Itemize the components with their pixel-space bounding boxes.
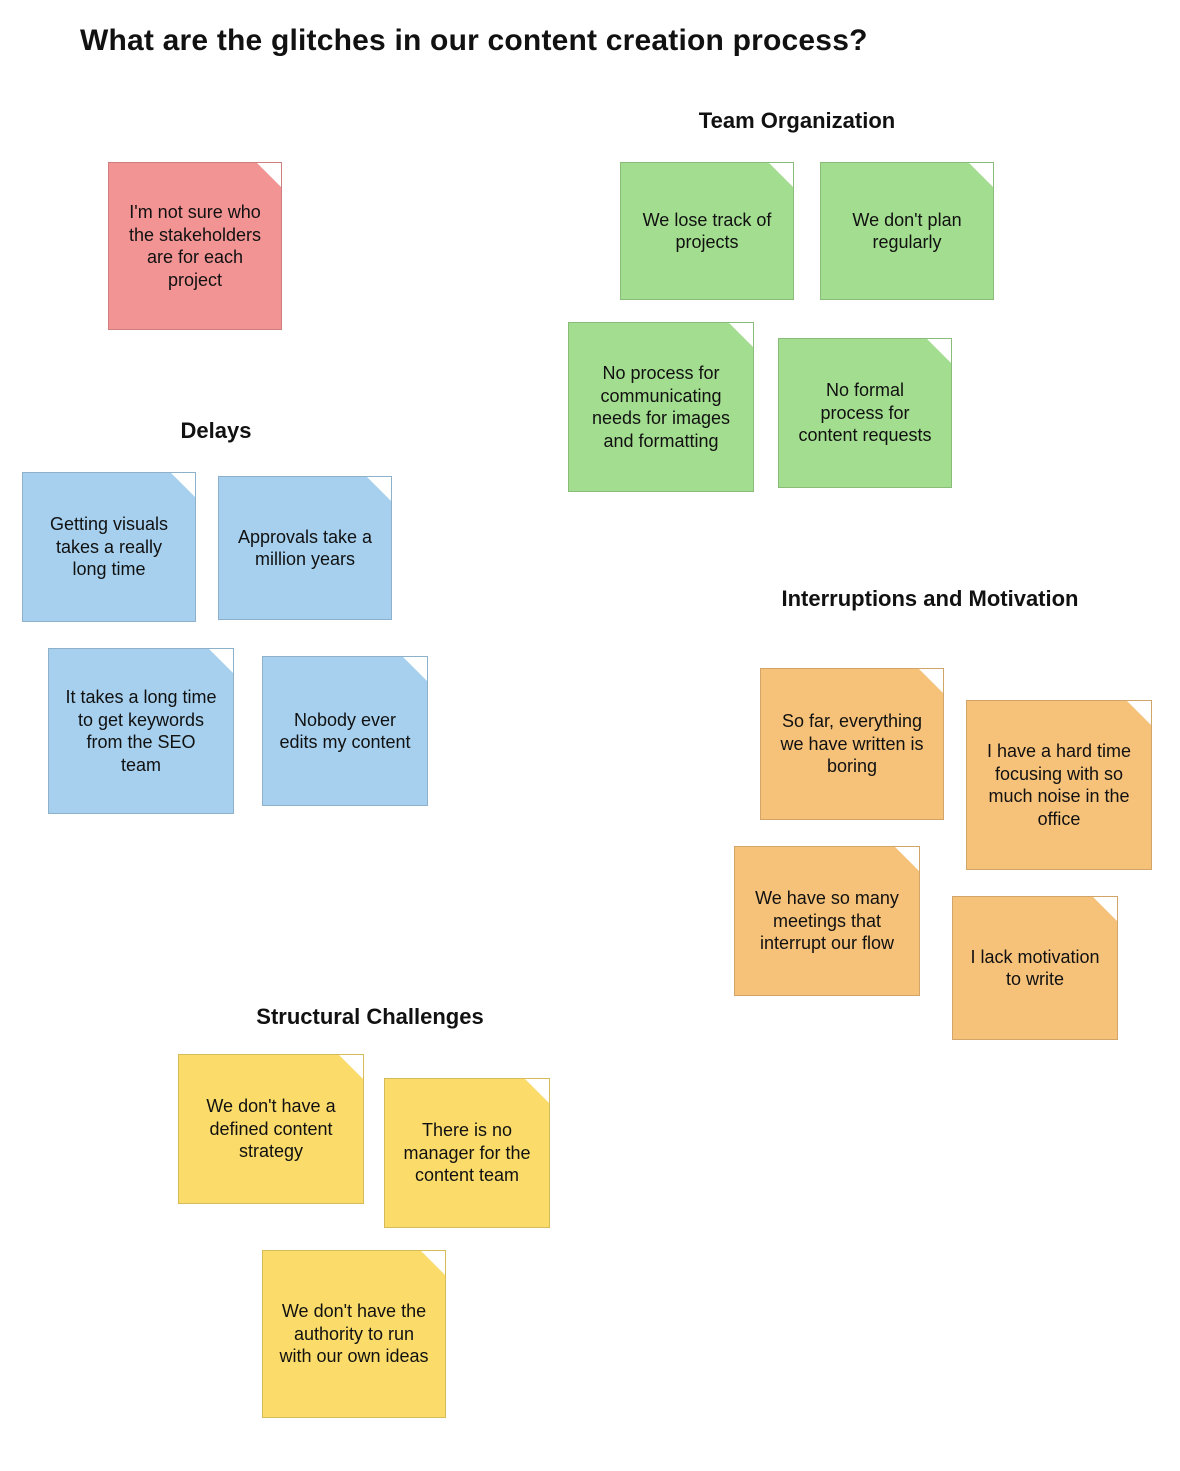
sticky-note-text: We don't have the authority to run with … (279, 1300, 429, 1368)
sticky-note-seo-keywords-slow[interactable]: It takes a long time to get keywords fro… (48, 648, 234, 814)
group-label-delays: Delays (46, 418, 386, 444)
sticky-note-boring[interactable]: So far, everything we have written is bo… (760, 668, 944, 820)
note-fold-icon (367, 477, 391, 501)
group-label-team-organization: Team Organization (582, 108, 1012, 134)
note-fold-icon (525, 1079, 549, 1103)
note-fold-icon (1127, 701, 1151, 725)
sticky-note-no-authority[interactable]: We don't have the authority to run with … (262, 1250, 446, 1418)
sticky-note-noise[interactable]: I have a hard time focusing with so much… (966, 700, 1152, 870)
note-fold-icon (257, 163, 281, 187)
group-label-structural: Structural Challenges (170, 1004, 570, 1030)
sticky-note-text: We lose track of projects (637, 209, 777, 254)
note-fold-icon (895, 847, 919, 871)
note-fold-icon (729, 323, 753, 347)
sticky-note-text: We don't have a defined content strategy (195, 1095, 347, 1163)
group-label-interruptions: Interruptions and Motivation (740, 586, 1120, 612)
note-fold-icon (421, 1251, 445, 1275)
sticky-note-no-plan[interactable]: We don't plan regularly (820, 162, 994, 300)
sticky-note-lose-track[interactable]: We lose track of projects (620, 162, 794, 300)
note-fold-icon (171, 473, 195, 497)
sticky-note-text: We don't plan regularly (837, 209, 977, 254)
sticky-note-no-request-process[interactable]: No formal process for content requests (778, 338, 952, 488)
sticky-note-text: We have so many meetings that interrupt … (751, 887, 903, 955)
sticky-note-text: So far, everything we have written is bo… (777, 710, 927, 778)
sticky-note-text: There is no manager for the content team (401, 1119, 533, 1187)
note-fold-icon (919, 669, 943, 693)
affinity-diagram-canvas: What are the glitches in our content cre… (0, 0, 1180, 1471)
sticky-note-text: I'm not sure who the stakeholders are fo… (125, 201, 265, 291)
sticky-note-approvals-slow[interactable]: Approvals take a million years (218, 476, 392, 620)
sticky-note-text: It takes a long time to get keywords fro… (65, 686, 217, 776)
sticky-note-stakeholders[interactable]: I'm not sure who the stakeholders are fo… (108, 162, 282, 330)
note-fold-icon (209, 649, 233, 673)
page-title: What are the glitches in our content cre… (80, 24, 868, 58)
note-fold-icon (1093, 897, 1117, 921)
note-fold-icon (969, 163, 993, 187)
sticky-note-text: Approvals take a million years (235, 526, 375, 571)
sticky-note-text: I have a hard time focusing with so much… (983, 740, 1135, 830)
sticky-note-motivation[interactable]: I lack motivation to write (952, 896, 1118, 1040)
note-fold-icon (927, 339, 951, 363)
sticky-note-no-edits[interactable]: Nobody ever edits my content (262, 656, 428, 806)
sticky-note-no-manager[interactable]: There is no manager for the content team (384, 1078, 550, 1228)
sticky-note-text: I lack motivation to write (969, 946, 1101, 991)
note-fold-icon (403, 657, 427, 681)
sticky-note-text: No process for communicating needs for i… (585, 362, 737, 452)
sticky-note-no-comms-process[interactable]: No process for communicating needs for i… (568, 322, 754, 492)
sticky-note-text: Getting visuals takes a really long time (39, 513, 179, 581)
note-fold-icon (339, 1055, 363, 1079)
sticky-note-no-strategy[interactable]: We don't have a defined content strategy (178, 1054, 364, 1204)
sticky-note-text: Nobody ever edits my content (279, 709, 411, 754)
sticky-note-text: No formal process for content requests (795, 379, 935, 447)
sticky-note-visuals-slow[interactable]: Getting visuals takes a really long time (22, 472, 196, 622)
sticky-note-meetings[interactable]: We have so many meetings that interrupt … (734, 846, 920, 996)
note-fold-icon (769, 163, 793, 187)
